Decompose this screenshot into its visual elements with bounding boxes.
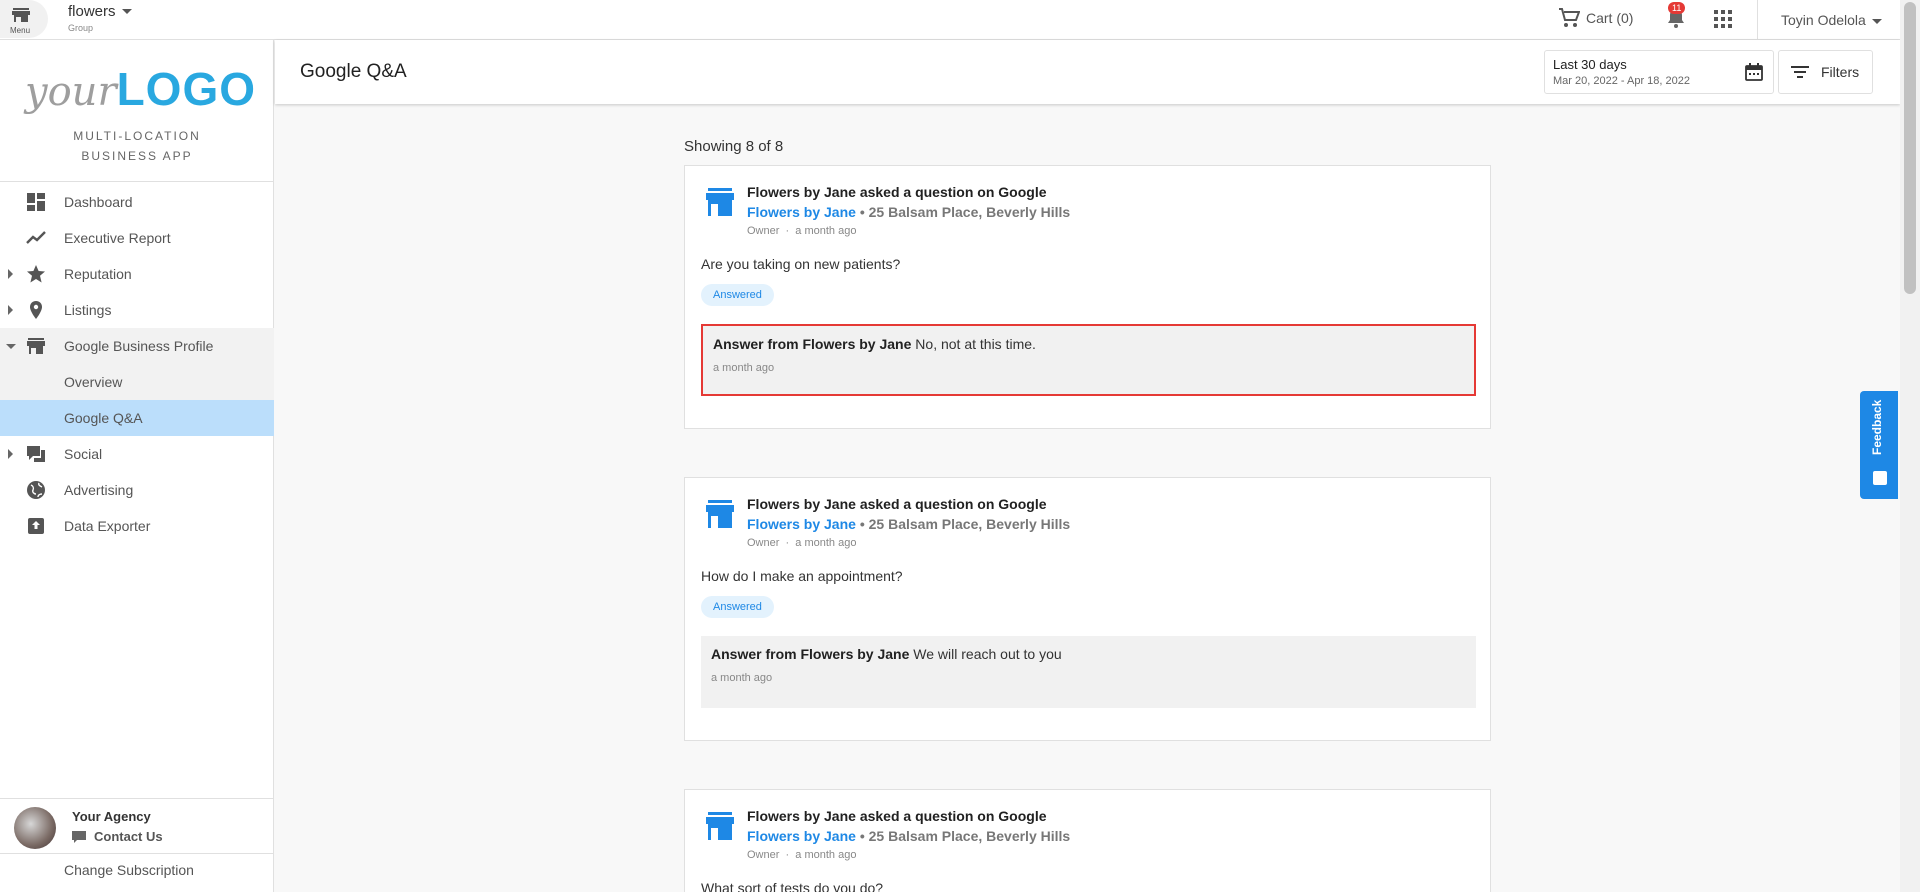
menu-button[interactable]: Menu [0, 0, 48, 38]
caret-down-icon [121, 9, 132, 15]
answer-box[interactable]: Answer from Flowers by Jane No, not at t… [701, 324, 1476, 396]
group-sub-label: Group [68, 23, 94, 33]
sidebar-item-overview[interactable]: Overview [0, 364, 274, 400]
question-title: Flowers by Jane asked a question on Goog… [747, 496, 1047, 512]
question-meta: Owner · a month ago [747, 225, 857, 237]
date-range-picker[interactable]: Last 30 days Mar 20, 2022 - Apr 18, 2022 [1544, 50, 1774, 94]
filter-icon [1791, 66, 1809, 78]
feedback-label: Feedback [1870, 399, 1884, 455]
question-meta: Owner · a month ago [747, 537, 857, 549]
date-range-label: Last 30 days [1553, 57, 1627, 72]
location-address: • 25 Balsam Place, Beverly Hills [855, 204, 1071, 220]
qa-card: Flowers by Jane asked a question on Goog… [684, 789, 1491, 892]
sidebar: yourLOGO MULTI-LOCATION BUSINESS APP Das… [0, 40, 274, 892]
expand-arrow-icon [8, 269, 13, 279]
question-text: How do I make an appointment? [701, 568, 903, 584]
cart-icon [1559, 8, 1580, 27]
sidebar-item-listings[interactable]: Listings [0, 292, 274, 328]
store-icon [706, 812, 734, 840]
question-title: Flowers by Jane asked a question on Goog… [747, 808, 1047, 824]
change-subscription-link[interactable]: Change Subscription [0, 853, 274, 878]
answer-text: Answer from Flowers by Jane We will reac… [711, 646, 1062, 662]
store-icon [12, 8, 30, 22]
collapse-arrow-icon [6, 343, 16, 349]
location-address: • 25 Balsam Place, Beverly Hills [855, 516, 1071, 532]
location-line: Flowers by Jane • 25 Balsam Place, Bever… [747, 204, 1070, 220]
business-link[interactable]: Flowers by Jane [747, 516, 856, 532]
caret-down-icon [1871, 18, 1882, 24]
globe-icon [27, 481, 45, 499]
apps-grid-icon[interactable] [1714, 10, 1732, 28]
calendar-icon [1745, 63, 1763, 81]
qa-card: Flowers by Jane asked a question on Goog… [684, 165, 1491, 429]
expand-arrow-icon [8, 305, 13, 315]
filters-button[interactable]: Filters [1778, 50, 1873, 94]
sidebar-item-advertising[interactable]: Advertising [0, 472, 274, 508]
app-tagline: MULTI-LOCATION BUSINESS APP [73, 129, 201, 163]
divider [0, 181, 274, 182]
group-name: flowers [68, 3, 116, 20]
page-title: Google Q&A [300, 61, 407, 82]
business-link[interactable]: Flowers by Jane [747, 828, 856, 844]
feedback-icon [1873, 471, 1887, 485]
answer-time: a month ago [711, 672, 773, 684]
avatar [14, 807, 56, 849]
dashboard-icon [27, 193, 45, 211]
top-bar: Menu flowers Group Cart (0) 11 Toyin Ode… [0, 0, 1900, 40]
contact-us-link[interactable]: Contact Us [72, 829, 163, 844]
feedback-tab[interactable]: Feedback [1860, 391, 1898, 499]
user-name: Toyin Odelola [1781, 12, 1866, 28]
chat-icon [27, 446, 45, 462]
location-address: • 25 Balsam Place, Beverly Hills [855, 828, 1071, 844]
status-badge: Answered [701, 284, 774, 306]
sidebar-item-data-exporter[interactable]: Data Exporter [0, 508, 274, 544]
group-switcher[interactable]: flowers Group [68, 3, 132, 33]
logo[interactable]: yourLOGO [25, 62, 256, 116]
results-count: Showing 8 of 8 [684, 138, 784, 155]
store-icon [706, 188, 734, 216]
sidebar-item-executive-report[interactable]: Executive Report [0, 220, 274, 256]
location-line: Flowers by Jane • 25 Balsam Place, Bever… [747, 516, 1070, 532]
answer-text: Answer from Flowers by Jane No, not at t… [713, 336, 1036, 352]
trending-icon [26, 231, 46, 244]
question-title: Flowers by Jane asked a question on Goog… [747, 184, 1047, 200]
divider [1757, 0, 1758, 40]
agency-name: Your Agency [72, 809, 151, 824]
qa-card: Flowers by Jane asked a question on Goog… [684, 477, 1491, 741]
sidebar-item-reputation[interactable]: Reputation [0, 256, 274, 292]
answer-box[interactable]: Answer from Flowers by Jane We will reac… [701, 636, 1476, 708]
question-text: What sort of tests do you do? [701, 880, 884, 892]
cart-label: Cart (0) [1586, 10, 1634, 26]
expand-arrow-icon [8, 449, 13, 459]
export-icon [28, 518, 44, 534]
question-meta: Owner · a month ago [747, 849, 857, 861]
page-header: Google Q&A Last 30 days Mar 20, 2022 - A… [275, 40, 1900, 104]
scrollbar-thumb[interactable] [1904, 2, 1916, 294]
status-badge: Answered [701, 596, 774, 618]
user-menu[interactable]: Toyin Odelola [1781, 12, 1882, 28]
store-icon [27, 338, 45, 354]
sidebar-nav: Dashboard Executive Report Reputation Li… [0, 184, 274, 544]
sidebar-item-dashboard[interactable]: Dashboard [0, 184, 274, 220]
store-icon [706, 500, 734, 528]
location-line: Flowers by Jane • 25 Balsam Place, Bever… [747, 828, 1070, 844]
location-pin-icon [30, 301, 42, 319]
notification-badge: 11 [1668, 2, 1686, 14]
sidebar-item-google-qa[interactable]: Google Q&A [0, 400, 274, 436]
agency-panel: Your Agency Contact Us [0, 798, 274, 852]
sidebar-item-social[interactable]: Social [0, 436, 274, 472]
sidebar-item-google-business-profile[interactable]: Google Business Profile [0, 328, 274, 364]
menu-label: Menu [10, 26, 31, 35]
business-link[interactable]: Flowers by Jane [747, 204, 856, 220]
scrollbar[interactable] [1900, 0, 1920, 892]
question-text: Are you taking on new patients? [701, 256, 901, 272]
message-icon [72, 830, 86, 843]
answer-time: a month ago [713, 362, 775, 374]
cart-button[interactable]: Cart (0) [1558, 8, 1633, 28]
date-range-value: Mar 20, 2022 - Apr 18, 2022 [1553, 75, 1690, 87]
star-icon [27, 265, 45, 283]
